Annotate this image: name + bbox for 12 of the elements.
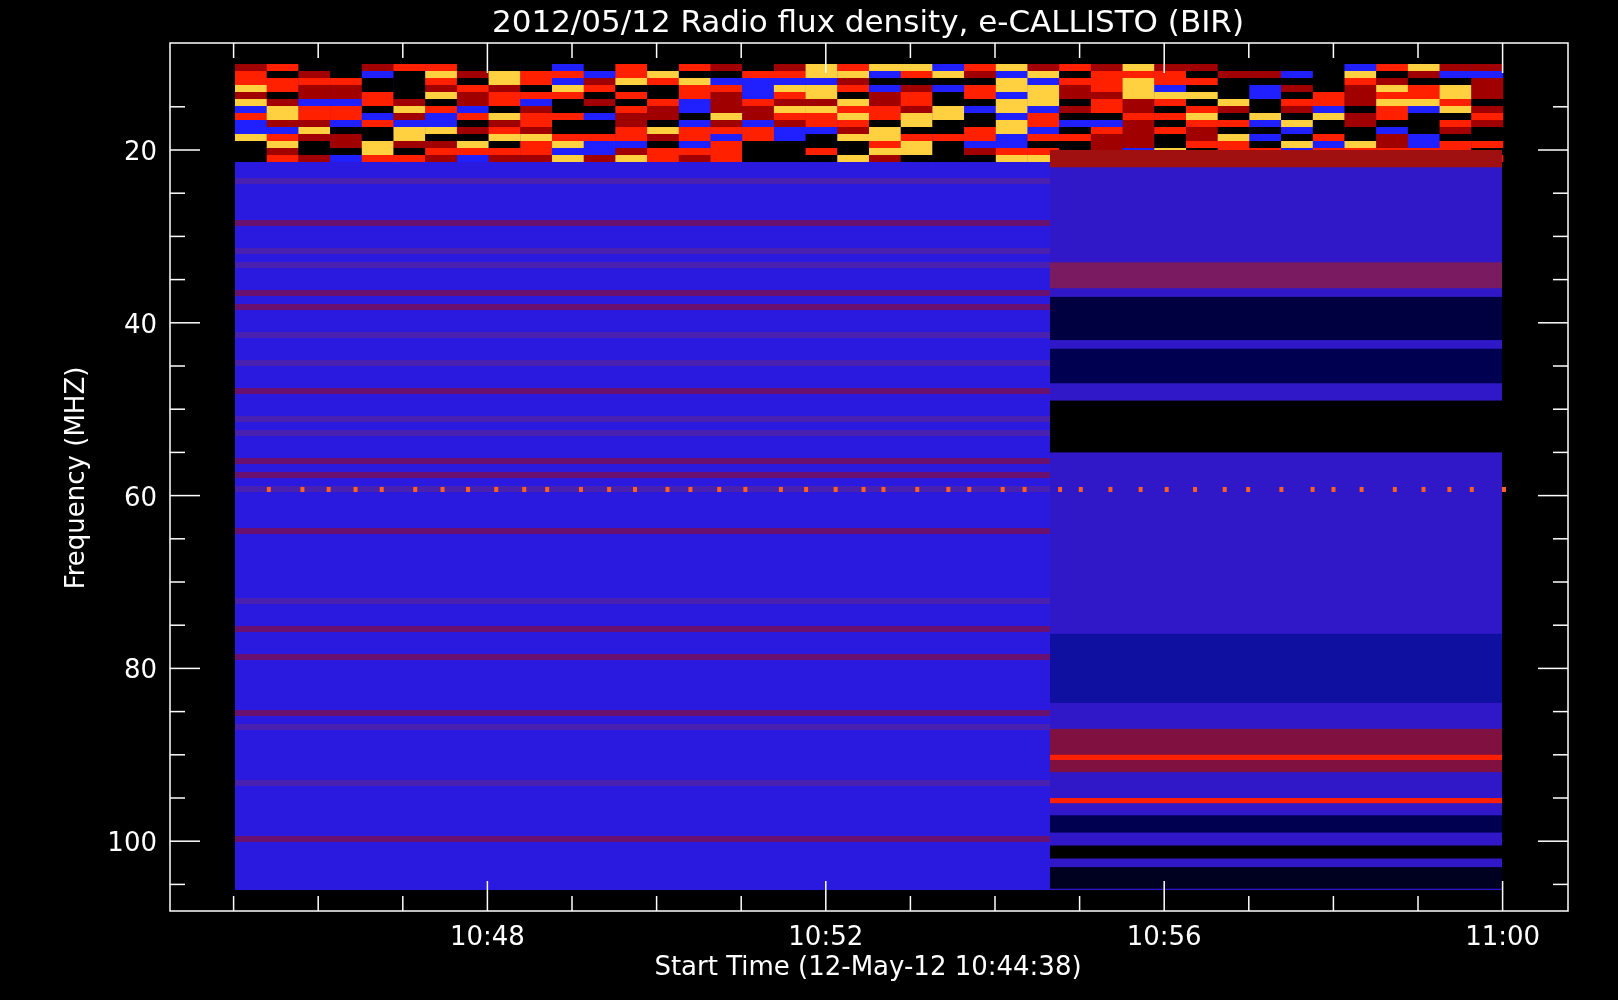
chart-title: 2012/05/12 Radio flux density, e-CALLISTO (BIR) [492,3,1244,39]
x-tick-label: 10:56 [1126,921,1202,951]
y-tick-label: 60 [123,481,157,512]
x-tick-label: 10:48 [449,921,525,951]
y-tick-label: 100 [107,827,157,858]
y-tick-label: 40 [123,308,157,339]
x-tick-label: 11:00 [1465,921,1541,951]
y-tick-label: 80 [123,654,157,685]
x-axis-label: Start Time (12-May-12 10:44:38) [654,951,1082,981]
y-tick-label: 20 [123,136,157,166]
y-axis-label: Frequency (MHZ) [60,366,90,590]
x-tick-label: 10:52 [788,921,864,951]
